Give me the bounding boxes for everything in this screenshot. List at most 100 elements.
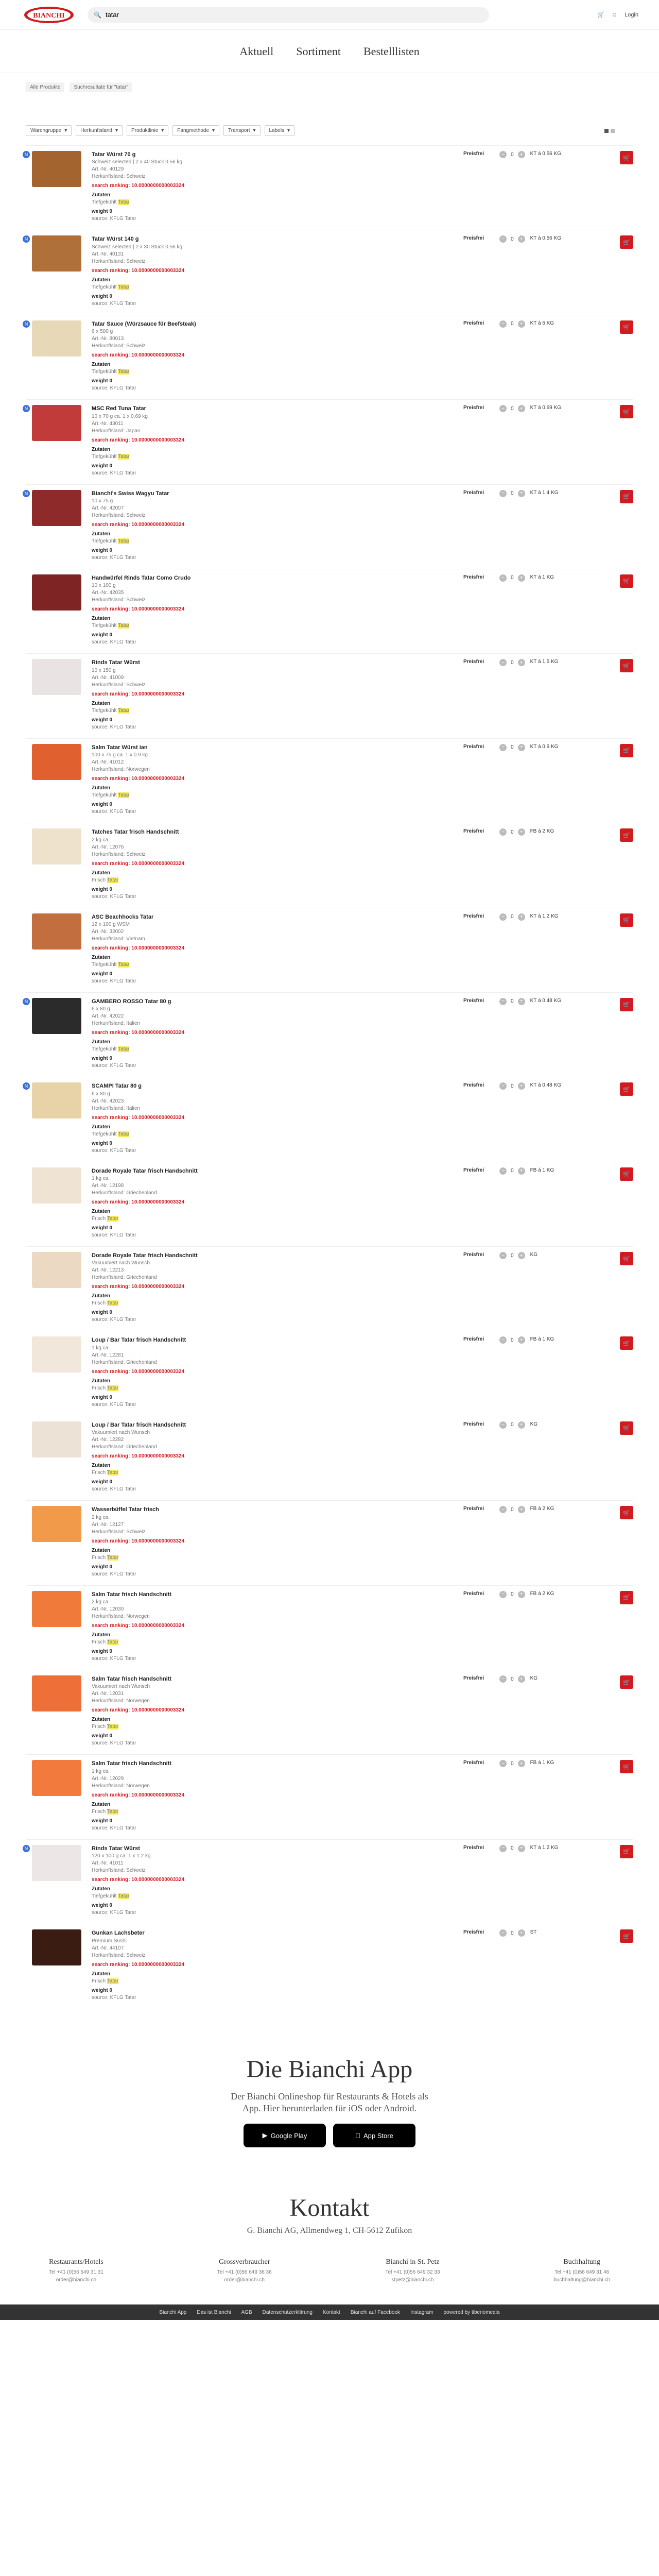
quantity-value[interactable]: 0 [511, 406, 514, 412]
product-image[interactable] [32, 1506, 81, 1543]
list-view-icon[interactable] [611, 128, 615, 133]
footer-link[interactable]: AGB [241, 2310, 252, 2315]
plus-button[interactable]: + [517, 151, 525, 158]
product-name[interactable]: Dorade Royale Tatar frisch Handschnitt [92, 1167, 448, 1175]
quantity-stepper[interactable]: −0 + [499, 1167, 525, 1175]
footer-link[interactable]: Bianchi App [160, 2310, 187, 2315]
quantity-value[interactable]: 0 [511, 1168, 514, 1174]
product-name[interactable]: Tatar Würst 70 g [92, 151, 448, 159]
product-unit[interactable]: KT à 1 KG [530, 574, 577, 580]
minus-button[interactable]: − [499, 997, 507, 1005]
product-image[interactable] [32, 913, 81, 950]
product-unit[interactable]: KT à 1.5 KG [530, 659, 577, 665]
bianchi-logo[interactable]: BIANCHI [21, 5, 77, 25]
product-name[interactable]: Rinds Tatar Würst [92, 659, 448, 667]
product-unit[interactable]: KT à 0.56 KG [530, 235, 577, 241]
quantity-value[interactable]: 0 [511, 829, 514, 835]
quantity-stepper[interactable]: −0 + [499, 320, 525, 328]
product-unit[interactable]: KT à 0.48 KG [530, 1082, 577, 1088]
minus-button[interactable]: − [499, 828, 507, 836]
quantity-value[interactable]: 0 [511, 236, 514, 242]
quantity-value[interactable]: 0 [511, 1083, 514, 1089]
minus-button[interactable]: − [499, 574, 507, 582]
product-name[interactable]: Gunkan Lachsbeter [92, 1929, 448, 1937]
quantity-stepper[interactable]: −0 + [499, 235, 525, 243]
plus-button[interactable]: + [517, 1506, 525, 1514]
product-name[interactable]: GAMBERO ROSSO Tatar 80 g [92, 998, 448, 1006]
product-name[interactable]: Bianchi's Swiss Wagyu Tatar [92, 490, 448, 498]
product-name[interactable]: MSC Red Tuna Tatar [92, 405, 448, 413]
plus-button[interactable]: + [517, 1336, 525, 1344]
plus-button[interactable]: + [517, 1421, 525, 1429]
add-to-cart-button[interactable]: 🛒 [620, 1929, 633, 1943]
product-image[interactable] [32, 997, 81, 1034]
quantity-stepper[interactable]: −0 + [499, 743, 525, 751]
product-unit[interactable]: FB à 1 KG [530, 1167, 577, 1173]
plus-button[interactable]: + [517, 405, 525, 413]
add-to-cart-button[interactable]: 🛒 [620, 1082, 633, 1096]
minus-button[interactable]: − [499, 1167, 507, 1175]
product-unit[interactable]: FB à 1 KG [530, 1336, 577, 1342]
minus-button[interactable]: − [499, 1421, 507, 1429]
product-unit[interactable]: KT à 6 KG [530, 320, 577, 326]
add-to-cart-button[interactable]: 🛒 [620, 1421, 633, 1435]
footer-link[interactable]: Datenschutzerklärung [263, 2310, 313, 2315]
user-icon[interactable]: ☺ [612, 12, 617, 18]
minus-button[interactable]: − [499, 1506, 507, 1514]
contact-phone[interactable]: Tel +41 (0)56 649 31 46 [553, 2268, 610, 2276]
search-bar[interactable]: 🔍 [88, 7, 489, 23]
cart-icon[interactable]: 🛒 [597, 11, 604, 18]
quantity-value[interactable]: 0 [511, 490, 514, 496]
product-image[interactable] [32, 151, 81, 187]
add-to-cart-button[interactable]: 🛒 [620, 320, 633, 334]
product-unit[interactable]: FB à 2 KG [530, 828, 577, 834]
quantity-stepper[interactable]: −0 + [499, 997, 525, 1005]
minus-button[interactable]: − [499, 913, 507, 921]
plus-button[interactable]: + [517, 1844, 525, 1852]
filter-fangmethode[interactable]: Fangmethode ▾ [172, 125, 220, 136]
product-unit[interactable]: KG [530, 1421, 577, 1427]
add-to-cart-button[interactable]: 🛒 [620, 1506, 633, 1520]
quantity-value[interactable]: 0 [511, 1253, 514, 1259]
breadcrumb-item[interactable]: Alle Produkte [26, 82, 65, 92]
add-to-cart-button[interactable]: 🛒 [620, 1590, 633, 1604]
quantity-value[interactable]: 0 [511, 1507, 514, 1513]
minus-button[interactable]: − [499, 405, 507, 413]
quantity-value[interactable]: 0 [511, 1337, 514, 1343]
plus-button[interactable]: + [517, 743, 525, 751]
product-unit[interactable]: KG [530, 1252, 577, 1258]
product-image[interactable] [32, 405, 81, 442]
minus-button[interactable]: − [499, 1675, 507, 1683]
product-unit[interactable]: FB à 2 KG [530, 1591, 577, 1597]
product-unit[interactable]: FB à 1 KG [530, 1760, 577, 1766]
product-unit[interactable]: KT à 0.56 KG [530, 151, 577, 157]
footer-link[interactable]: Bianchi auf Facebook [351, 2310, 400, 2315]
product-name[interactable]: Tatches Tatar frisch Handschnitt [92, 828, 448, 836]
footer-link[interactable]: Instagram [410, 2310, 433, 2315]
contact-email[interactable]: order@bianchi.ch [217, 2276, 272, 2284]
product-image[interactable] [32, 828, 81, 865]
contact-phone[interactable]: Tel +41 (0)56 649 32 33 [386, 2268, 440, 2276]
quantity-value[interactable]: 0 [511, 998, 514, 1004]
minus-button[interactable]: − [499, 1336, 507, 1344]
minus-button[interactable]: − [499, 1929, 507, 1937]
search-input[interactable] [105, 11, 483, 19]
quantity-value[interactable]: 0 [511, 1930, 514, 1936]
quantity-value[interactable]: 0 [511, 152, 514, 158]
add-to-cart-button[interactable]: 🛒 [620, 1167, 633, 1181]
product-image[interactable] [32, 1844, 81, 1881]
quantity-value[interactable]: 0 [511, 321, 514, 327]
plus-button[interactable]: + [517, 659, 525, 667]
plus-button[interactable]: + [517, 574, 525, 582]
add-to-cart-button[interactable]: 🛒 [620, 235, 633, 249]
product-name[interactable]: Salm Tatar Würst ian [92, 744, 448, 752]
contact-phone[interactable]: Tel +41 (0)56 649 36 36 [217, 2268, 272, 2276]
quantity-stepper[interactable]: −0 + [499, 574, 525, 582]
minus-button[interactable]: − [499, 1760, 507, 1768]
plus-button[interactable]: + [517, 1167, 525, 1175]
filter-produktlinie[interactable]: Produktlinie ▾ [127, 125, 169, 136]
quantity-stepper[interactable]: −0 + [499, 151, 525, 158]
product-unit[interactable]: KT à 0.9 KG [530, 744, 577, 750]
plus-button[interactable]: + [517, 913, 525, 921]
add-to-cart-button[interactable]: 🛒 [620, 574, 633, 588]
